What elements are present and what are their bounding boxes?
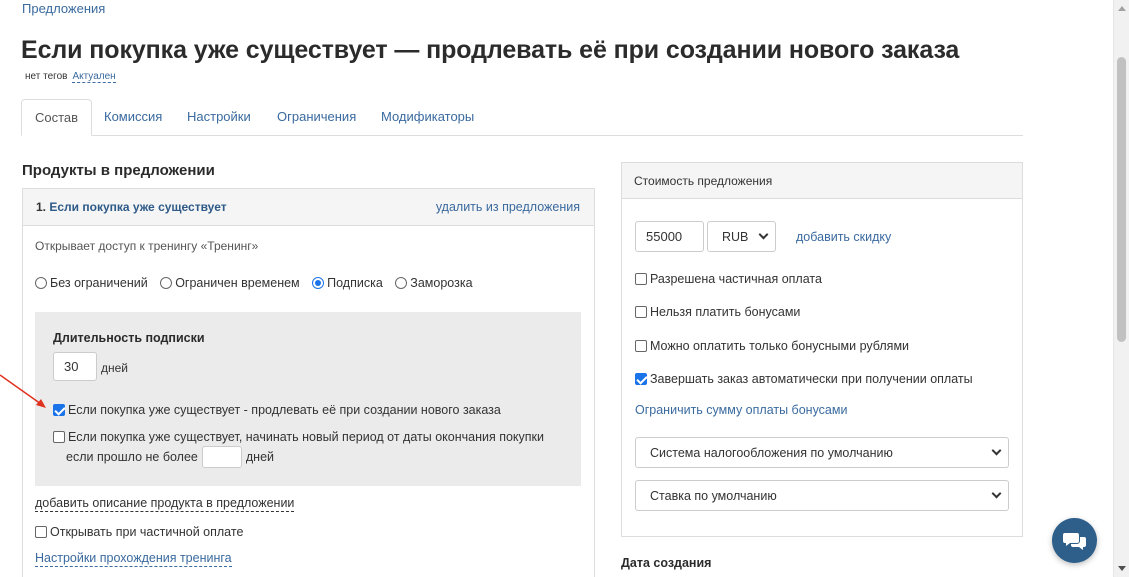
price-header: Стоимость предложения [622, 163, 1022, 199]
access-description: Открывает доступ к тренингу «Тренинг» [35, 239, 259, 253]
chevron-down-icon [991, 445, 1002, 456]
radio-time-limited-label: Ограничен временем [175, 276, 300, 290]
scroll-down-icon[interactable] [1118, 566, 1126, 571]
tab-restrictions[interactable]: Ограничения [277, 99, 356, 136]
tab-bar: Состав Комиссия Настройки Ограничения Мо… [21, 99, 1023, 136]
radio-subscription-control[interactable] [312, 277, 325, 289]
new-period-label: Если покупка уже существует, начинать но… [68, 430, 544, 444]
new-period-days-input[interactable] [201, 446, 242, 468]
tax-rate-select[interactable]: Ставка по умолчанию [635, 480, 1009, 511]
access-type-radio-group: Без ограничений Ограничен временем Подпи… [35, 276, 482, 292]
partial-payment-label: Разрешена частичная оплата [650, 272, 822, 286]
page-scrollbar[interactable] [1113, 0, 1129, 577]
tax-system-select[interactable]: Система налогообложения по умолчанию [635, 437, 1009, 468]
auto-complete-checkbox[interactable] [635, 373, 647, 385]
open-on-partial-checkbox[interactable] [35, 526, 47, 538]
currency-value: RUB [722, 229, 749, 244]
radio-unlimited-control[interactable] [35, 277, 47, 289]
renew-existing-label: Если покупка уже существует - продлевать… [68, 403, 501, 417]
radio-unlimited-label: Без ограничений [50, 276, 148, 290]
tab-modifiers[interactable]: Модификаторы [381, 99, 474, 136]
subscription-duration-title: Длительность подписки [53, 331, 205, 345]
product-name-link[interactable]: Если покупка уже существует [49, 200, 226, 214]
no-bonus-row[interactable]: Нельзя платить бонусами [635, 305, 800, 319]
radio-unlimited[interactable]: Без ограничений [35, 276, 148, 290]
tax-rate-value: Ставка по умолчанию [650, 488, 777, 503]
chevron-down-icon [758, 229, 769, 240]
radio-freeze-label: Заморозка [410, 276, 473, 290]
price-amount-input[interactable]: 55000 [635, 221, 704, 252]
radio-subscription[interactable]: Подписка [312, 276, 383, 290]
scroll-up-icon[interactable] [1118, 6, 1126, 11]
limit-bonus-link[interactable]: Ограничить сумму оплаты бонусами [635, 403, 847, 417]
new-period-checkbox[interactable] [53, 431, 65, 443]
new-period-suffix: дней [245, 450, 275, 464]
tax-system-value: Система налогообложения по умолчанию [650, 445, 893, 460]
chat-button[interactable] [1052, 518, 1097, 563]
partial-payment-checkbox[interactable] [635, 273, 647, 285]
annotation-arrow-icon [0, 374, 46, 408]
tab-settings[interactable]: Настройки [187, 99, 251, 136]
new-period-days-row: если прошло не более дней [66, 446, 274, 468]
partial-payment-row[interactable]: Разрешена частичная оплата [635, 272, 822, 286]
product-number: 1. [36, 200, 47, 214]
status-link[interactable]: Актуален [72, 71, 116, 83]
radio-time-limited[interactable]: Ограничен временем [160, 276, 300, 290]
bonus-only-row[interactable]: Можно оплатить только бонусными рублями [635, 339, 909, 353]
radio-freeze-control[interactable] [395, 277, 408, 289]
open-on-partial-row[interactable]: Открывать при частичной оплате [35, 525, 243, 539]
chat-bubbles-icon [1062, 532, 1086, 550]
remove-product-link[interactable]: удалить из предложения [436, 200, 580, 214]
auto-complete-label: Завершать заказ автоматически при получе… [650, 372, 973, 386]
radio-time-limited-control[interactable] [160, 277, 173, 289]
add-discount-link[interactable]: добавить скидку [796, 230, 891, 244]
open-on-partial-label: Открывать при частичной оплате [50, 525, 244, 539]
radio-subscription-label: Подписка [327, 276, 383, 290]
chevron-down-icon [991, 488, 1002, 499]
page-title: Если покупка уже существует — продлевать… [21, 36, 960, 64]
renew-existing-checkbox[interactable] [53, 404, 65, 416]
subscription-duration-unit: дней [101, 361, 129, 375]
no-bonus-checkbox[interactable] [635, 306, 647, 318]
radio-freeze[interactable]: Заморозка [395, 276, 473, 290]
scroll-thumb[interactable] [1117, 57, 1126, 342]
tab-composition[interactable]: Состав [21, 99, 93, 136]
product-header: 1. Если покупка уже существует удалить и… [23, 189, 594, 226]
training-settings-link[interactable]: Настройки прохождения тренинга [35, 551, 232, 567]
renew-existing-checkbox-row[interactable]: Если покупка уже существует - продлевать… [53, 403, 501, 417]
no-tags-label: нет тегов [25, 71, 68, 82]
subscription-duration-input[interactable]: 30 [53, 352, 97, 381]
created-date-title: Дата создания [621, 556, 712, 570]
new-period-checkbox-row[interactable]: Если покупка уже существует, начинать но… [53, 430, 544, 444]
bonus-only-checkbox[interactable] [635, 340, 647, 352]
tab-commission[interactable]: Комиссия [104, 99, 162, 136]
bonus-only-label: Можно оплатить только бонусными рублями [650, 339, 910, 353]
auto-complete-row[interactable]: Завершать заказ автоматически при получе… [635, 372, 973, 386]
add-product-description-link[interactable]: добавить описание продукта в предложении [35, 496, 295, 512]
new-period-prefix: если прошло не более [66, 450, 198, 464]
currency-select[interactable]: RUB [707, 221, 776, 252]
products-section-title: Продукты в предложении [22, 162, 215, 179]
tags-row: нет тегов Актуален [25, 71, 116, 83]
product-title: 1. Если покупка уже существует [36, 200, 227, 214]
breadcrumb-link[interactable]: Предложения [22, 1, 105, 16]
no-bonus-label: Нельзя платить бонусами [650, 305, 801, 319]
